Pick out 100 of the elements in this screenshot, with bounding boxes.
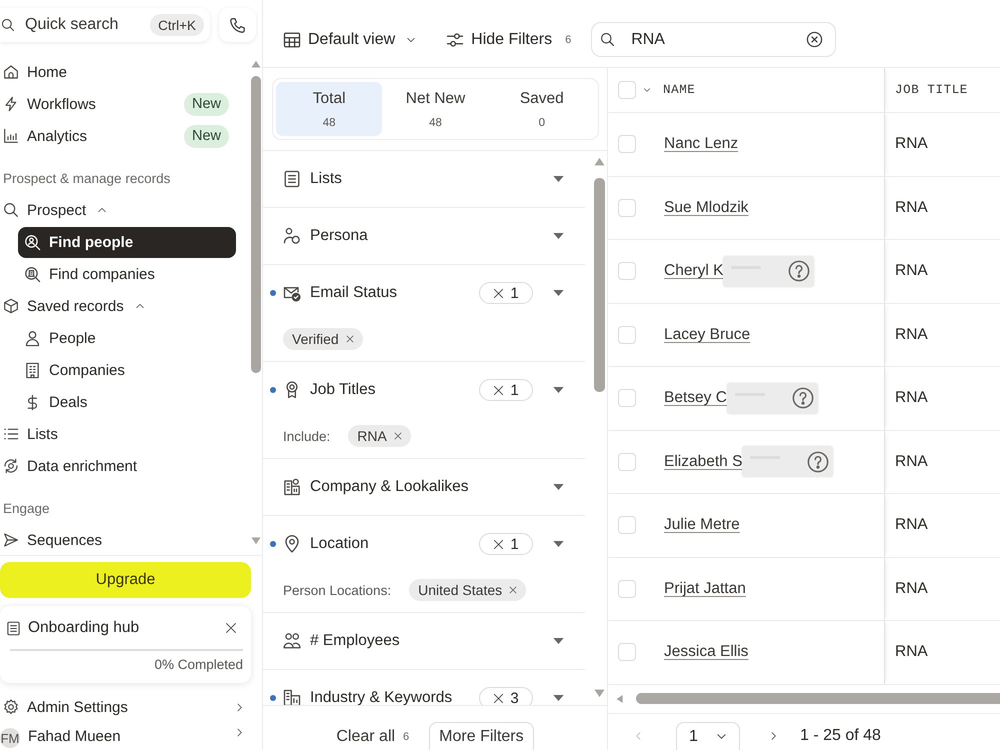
nav-item[interactable]: Companies — [18, 354, 236, 386]
clear-search-button[interactable] — [805, 30, 824, 48]
persona-icon — [283, 227, 301, 245]
nav-item[interactable]: Lists — [0, 418, 236, 450]
chevron-down-icon[interactable] — [643, 86, 651, 94]
row-checkbox[interactable] — [618, 326, 636, 344]
nav-item[interactable]: FM Fahad Mueen — [0, 723, 244, 750]
filter-chip[interactable]: RNA — [348, 425, 411, 447]
section-heading: Prospect & manage records — [2, 170, 172, 188]
caret-down-icon[interactable] — [553, 638, 564, 644]
filter-count: 6 — [565, 34, 572, 46]
row-checkbox[interactable] — [618, 198, 636, 217]
row-checkbox[interactable] — [618, 389, 636, 408]
filter-title[interactable]: Lists — [310, 170, 342, 188]
caret-down-icon[interactable] — [553, 484, 564, 490]
chevron-up-icon[interactable] — [97, 205, 108, 215]
clear-filter-button[interactable]: 1 — [479, 533, 533, 555]
quick-search-field[interactable]: Quick search Ctrl+K — [0, 8, 210, 42]
person-name-link[interactable]: Nanc Lenz — [664, 135, 738, 154]
scrollbar-thumb[interactable] — [594, 178, 604, 392]
nav-item[interactable]: Data enrichment — [0, 450, 236, 482]
close-button[interactable] — [223, 620, 239, 636]
scrollbar-thumb[interactable] — [636, 693, 1000, 704]
row-checkbox[interactable] — [618, 516, 636, 534]
quick-search-input[interactable]: Quick search — [25, 16, 137, 34]
table-cell: RNA — [895, 135, 928, 154]
nav-item[interactable]: Home — [0, 56, 236, 88]
person-icon — [24, 330, 41, 346]
nav-item[interactable]: Saved records — [0, 290, 236, 322]
keyboard-shortcut: Ctrl+K — [150, 14, 204, 36]
filter-chip[interactable]: United States — [409, 579, 526, 601]
clear-all-button[interactable]: Clear all 6 — [336, 728, 410, 750]
onboarding-title[interactable]: Onboarding hub — [28, 619, 216, 637]
row-checkbox[interactable] — [618, 135, 636, 154]
nav-item[interactable]: Prospect — [0, 194, 236, 226]
count-tab[interactable]: Net New 48 — [382, 82, 489, 136]
view-dropdown[interactable]: Default view — [283, 24, 416, 54]
upgrade-button[interactable]: Upgrade — [0, 562, 251, 598]
filter-title[interactable]: Location — [310, 535, 369, 553]
refresh-icon — [3, 458, 19, 474]
filter-title[interactable]: Email Status — [310, 284, 398, 302]
filter-title[interactable]: Industry & Keywords — [310, 689, 452, 705]
more-filters-button[interactable]: More Filters — [429, 722, 534, 750]
filter-title[interactable]: Company & Lookalikes — [310, 478, 469, 496]
person-name-link[interactable]: Cheryl K — [664, 262, 724, 280]
caret-down-icon[interactable] — [553, 695, 564, 701]
nav-item[interactable]: Sequences — [0, 524, 236, 555]
filter-title[interactable]: Job Titles — [310, 381, 376, 399]
gear-icon — [3, 699, 19, 715]
caret-down-icon[interactable] — [553, 387, 564, 393]
person-name-link[interactable]: Lacey Bruce — [664, 326, 750, 344]
person-name-link[interactable]: Jessica Ellis — [664, 643, 748, 662]
person-name-link[interactable]: Betsey C — [664, 389, 727, 408]
row-checkbox[interactable] — [618, 262, 636, 280]
clear-filter-button[interactable]: 1 — [479, 282, 533, 304]
scroll-left-arrow-icon — [616, 694, 624, 704]
select-all-checkbox[interactable] — [618, 81, 636, 99]
scrollbar-thumb[interactable] — [251, 76, 261, 373]
search-input[interactable]: RNA — [631, 30, 806, 48]
caret-down-icon[interactable] — [553, 290, 564, 296]
row-checkbox[interactable] — [618, 580, 636, 598]
search-field[interactable]: RNA — [591, 22, 836, 57]
clear-filter-button[interactable]: 3 — [479, 687, 533, 705]
nav-item[interactable]: Find companies — [18, 258, 236, 290]
filter-title[interactable]: Persona — [310, 227, 368, 245]
caret-down-icon[interactable] — [553, 541, 564, 547]
nav-item[interactable]: Find people — [18, 227, 236, 258]
person-name-link[interactable]: Sue Mlodzik — [664, 198, 748, 217]
send-icon — [3, 532, 19, 548]
row-checkbox[interactable] — [618, 643, 636, 662]
row-checkbox[interactable] — [618, 452, 636, 471]
scroll-down-arrow-icon — [250, 536, 262, 545]
count-tab[interactable]: Saved 0 — [488, 82, 595, 136]
table-cell: RNA — [895, 198, 928, 217]
caret-down-icon[interactable] — [553, 233, 564, 239]
nav-item[interactable]: Admin Settings — [0, 691, 244, 723]
column-header[interactable]: NAME — [663, 83, 696, 97]
cube-icon — [3, 298, 19, 314]
table-cell: RNA — [895, 452, 928, 471]
filter-chip[interactable]: Verified — [283, 328, 363, 350]
remove-icon — [394, 432, 402, 440]
nav-item[interactable]: Deals — [18, 386, 236, 418]
count-tab[interactable]: Total 48 — [276, 82, 382, 136]
person-name-link[interactable]: Julie Metre — [664, 516, 740, 534]
nav-item[interactable]: People — [18, 322, 236, 354]
nav-item[interactable]: Analytics New — [0, 120, 236, 152]
nav-item[interactable]: Workflows New — [0, 88, 236, 120]
hide-filters-button[interactable]: Hide Filters 6 — [446, 24, 572, 54]
page-select[interactable]: 1 — [676, 722, 740, 750]
column-header[interactable]: JOB TITLE — [895, 83, 968, 97]
table-cell: RNA — [895, 516, 928, 534]
clear-filter-button[interactable]: 1 — [479, 379, 533, 401]
close-icon — [493, 538, 504, 550]
person-name-link[interactable]: Prijat Jattan — [664, 580, 746, 598]
caret-down-icon[interactable] — [553, 176, 564, 182]
chevron-up-icon[interactable] — [134, 301, 145, 311]
person-search-icon — [24, 234, 41, 251]
filter-title[interactable]: # Employees — [310, 632, 400, 650]
person-name-link[interactable]: Elizabeth S — [664, 452, 742, 471]
progress-text: 0% Completed — [153, 657, 243, 673]
